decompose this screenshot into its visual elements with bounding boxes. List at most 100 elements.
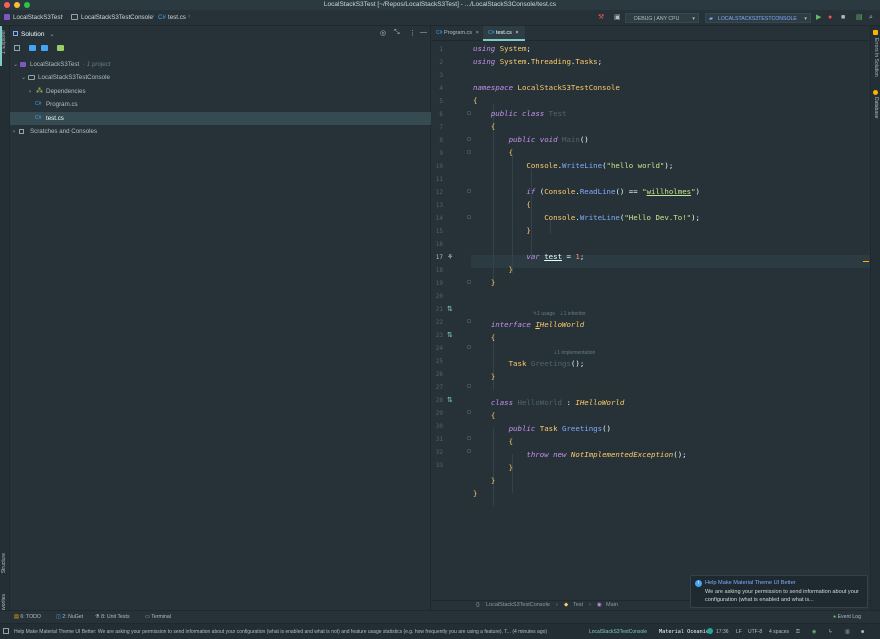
memory-icon[interactable]: ▥: [845, 629, 850, 635]
search-icon[interactable]: ⌕: [869, 13, 873, 23]
configuration-dropdown[interactable]: DEBUG | ANY CPU ▾: [625, 13, 699, 23]
tree-item-label: Scratches and Consoles: [30, 128, 98, 135]
right-tool-strip: Errors In Solution Database: [870, 26, 880, 610]
line-number: 15: [435, 228, 443, 235]
status-line-separator[interactable]: LF: [736, 629, 742, 635]
check-icon[interactable]: ◉: [812, 629, 816, 635]
dependencies-icon: ⁂: [36, 88, 43, 95]
status-toggle-icon[interactable]: [3, 628, 9, 634]
tree-item-test-cs[interactable]: C# test.cs: [10, 112, 431, 125]
tree-item-label: test.cs: [46, 115, 64, 122]
todo-tool-button[interactable]: ▤ 6: TODO: [14, 614, 41, 620]
nuget-tool-button[interactable]: ◫ 2: NuGet: [56, 614, 83, 620]
notification-balloon[interactable]: i Help Make Material Theme UI Better We …: [690, 575, 868, 608]
status-theme[interactable]: Material Oceanic: [659, 629, 709, 635]
tree-item-label: Dependencies: [46, 88, 86, 95]
tree-item-project[interactable]: ⌄ LocalStackS3TestConsole: [10, 71, 431, 84]
status-encoding[interactable]: UTF-8: [748, 629, 762, 635]
hide-panel-icon[interactable]: —: [420, 29, 427, 36]
implementation-icon[interactable]: ⇅: [447, 331, 453, 339]
indent-guide: [512, 454, 513, 493]
debug-button[interactable]: ●: [828, 13, 832, 23]
checkbox-icon[interactable]: [14, 45, 20, 51]
tree-item-program-cs[interactable]: C# Program.cs: [10, 98, 431, 111]
breadcrumb-class[interactable]: Test: [573, 602, 583, 608]
line-number: 1: [439, 46, 443, 53]
code-line: var test = 1;: [526, 252, 585, 261]
breadcrumb-solution[interactable]: LocalStackS3Test: [13, 14, 62, 21]
line-number: 22: [435, 319, 443, 326]
code-line: using System.Threading.Tasks;: [473, 57, 603, 66]
class-icon: ◆: [564, 602, 569, 608]
code-line: }: [473, 489, 478, 498]
line-number: 12: [435, 189, 443, 196]
code-area[interactable]: using System; using System.Threading.Tas…: [471, 42, 870, 600]
wand-icon[interactable]: ⚘: [447, 253, 453, 261]
run-button[interactable]: ▶: [816, 13, 821, 23]
chevron-down-icon: ⌄: [21, 74, 27, 81]
layout-icon[interactable]: ▤: [856, 13, 863, 23]
close-icon[interactable]: ×: [515, 30, 518, 36]
unit-tests-tool-button[interactable]: ⚗ 8: Unit Tests: [95, 614, 130, 620]
status-indent[interactable]: 4 spaces: [769, 629, 789, 635]
status-project[interactable]: LocalStackS3TestConsole: [589, 629, 647, 635]
line-number: 30: [435, 423, 443, 430]
breadcrumb-project[interactable]: LocalStackS3TestConsole: [81, 14, 153, 21]
csharp-file-icon: C#: [436, 30, 443, 36]
lock-icon[interactable]: ⚿: [796, 629, 800, 635]
status-caret-position[interactable]: 17:36: [716, 629, 729, 635]
chevron-down-icon: ⌄: [13, 61, 19, 68]
show-all-files-icon[interactable]: [29, 45, 36, 51]
code-line: {: [526, 200, 531, 209]
notification-title[interactable]: Help Make Material Theme UI Better: [705, 580, 796, 586]
solution-toolbar: [10, 42, 431, 56]
implemented-icon[interactable]: ⇅: [447, 305, 453, 313]
explorer-tool-tab[interactable]: 1: Explorer: [1, 30, 7, 54]
inspector-icon[interactable]: ☻: [860, 629, 865, 635]
errors-icon: [873, 30, 878, 35]
tree-item-solution[interactable]: ⌄ LocalStackS3Test · 1 project: [10, 58, 431, 71]
tree-item-dependencies[interactable]: › ⁂ Dependencies: [10, 85, 431, 98]
line-number: 13: [435, 202, 443, 209]
structure-tool-tab[interactable]: Structure: [1, 553, 7, 573]
code-line: Console.WriteLine("hello world");: [526, 161, 674, 170]
event-log-icon: ●: [833, 614, 837, 620]
breadcrumb-namespace[interactable]: LocalStackS3TestConsole: [486, 602, 550, 608]
implements-icon[interactable]: ⇅: [447, 396, 453, 404]
status-bar: Help Make Material Theme UI Better: We a…: [0, 623, 880, 639]
line-number: 26: [435, 371, 443, 378]
collapse-icon[interactable]: ⤡: [394, 29, 400, 37]
line-number: 6: [439, 111, 443, 118]
tab-program-cs[interactable]: C# Program.cs ×: [431, 26, 482, 41]
run-target-dropdown[interactable]: ▰ LOCALSTACKS3TESTCONSOLE ▾: [705, 13, 811, 23]
hammer-icon[interactable]: ⚒: [598, 13, 604, 23]
solution-icon: [4, 14, 10, 20]
code-line: }: [526, 226, 531, 235]
breadcrumb-method[interactable]: Main: [606, 602, 618, 608]
unit-tests-icon: ⚗: [95, 614, 100, 620]
database-tab[interactable]: Database: [873, 97, 879, 118]
file-system-icon[interactable]: [41, 45, 48, 51]
line-number: 4: [439, 85, 443, 92]
close-icon[interactable]: ×: [476, 30, 479, 36]
code-vision-hint[interactable]: ⇣1 implementation: [553, 350, 595, 356]
tree-item-scratches[interactable]: › Scratches and Consoles: [10, 125, 431, 138]
more-options-icon[interactable]: ⋮: [409, 29, 416, 37]
breadcrumb-file[interactable]: test.cs: [168, 14, 186, 21]
globe-icon[interactable]: ◎: [380, 29, 386, 37]
code-line: {: [490, 122, 496, 131]
stop-button[interactable]: ■: [841, 13, 845, 23]
image-icon[interactable]: [57, 45, 64, 51]
terminal-tool-button[interactable]: ▭ Terminal: [145, 614, 171, 620]
line-number: 25: [435, 358, 443, 365]
code-editor: C# Program.cs × C# test.cs × 1 2 3 4 5 6 7 8 9 10…: [431, 26, 870, 610]
code-line: Console.WriteLine("Hello Dev.To!");: [544, 213, 700, 222]
code-vision-hint[interactable]: ✎1 usage ⇣1 inheritor: [533, 311, 586, 317]
event-log-button[interactable]: ● Event Log: [833, 614, 861, 620]
status-message[interactable]: Help Make Material Theme UI Better: We a…: [14, 629, 584, 635]
solution-view-dropdown[interactable]: Solution ⌄: [21, 30, 55, 38]
code-line: interface IHelloWorld: [490, 320, 585, 329]
errors-in-solution-tab[interactable]: Errors In Solution: [873, 38, 879, 77]
power-save-icon[interactable]: ϟ: [829, 629, 832, 635]
tab-test-cs[interactable]: C# test.cs ×: [483, 26, 525, 41]
